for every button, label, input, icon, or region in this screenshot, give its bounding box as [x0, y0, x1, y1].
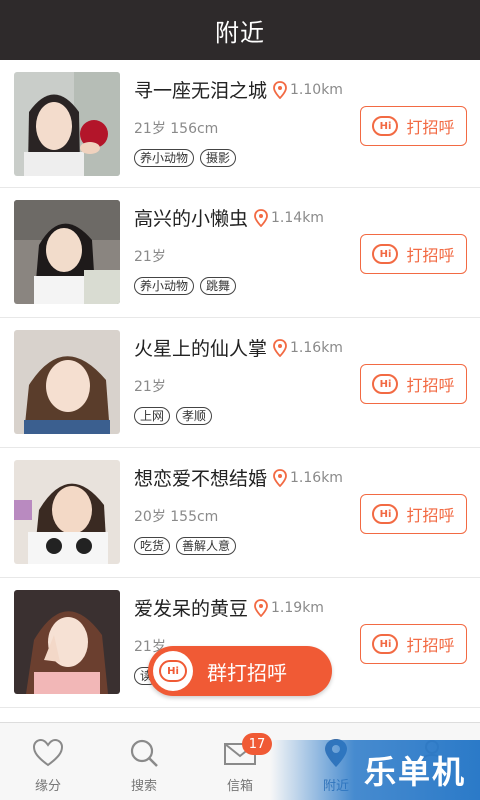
interest-tag: 吃货	[134, 537, 171, 555]
interest-tags: 吃货 善解人意	[134, 537, 237, 555]
hi-bubble-icon: Hi	[372, 374, 399, 394]
hi-bubble-icon: Hi	[372, 244, 399, 264]
greet-button[interactable]: Hi 打招呼	[360, 494, 467, 534]
interest-tag: 摄影	[200, 149, 237, 167]
age-height: 20岁 155cm	[134, 509, 219, 525]
age-height: 21岁	[134, 249, 166, 265]
group-greet-label: 群打招呼	[207, 660, 287, 685]
greet-button[interactable]: Hi 打招呼	[360, 234, 467, 274]
watermark-logo: 乐单机	[270, 740, 480, 800]
location-pin-icon	[254, 598, 268, 617]
hi-bubble-icon: Hi	[372, 634, 399, 654]
location-pin-icon	[254, 208, 268, 227]
distance: 1.19km	[271, 599, 324, 616]
interest-tag: 养小动物	[134, 277, 195, 295]
location-pin-icon	[273, 468, 287, 487]
age-height: 21岁	[134, 379, 166, 395]
age-height: 21岁 156cm	[134, 121, 219, 137]
page-title: 附近	[215, 18, 265, 47]
hi-bubble-icon: Hi	[372, 504, 399, 524]
list-item[interactable]: 火星上的仙人掌 1.16km 21岁 上网 孝顺 Hi 打招呼	[0, 318, 480, 448]
location-pin-icon	[273, 80, 287, 99]
greet-button[interactable]: Hi 打招呼	[360, 106, 467, 146]
interest-tag: 养小动物	[134, 149, 195, 167]
interest-tag: 跳舞	[200, 277, 237, 295]
interest-tags: 养小动物 跳舞	[134, 277, 237, 295]
hi-bubble-icon: Hi	[153, 651, 193, 691]
greet-label: 打招呼	[406, 246, 455, 265]
greet-label: 打招呼	[406, 376, 455, 395]
location-pin-icon	[273, 338, 287, 357]
avatar[interactable]	[14, 72, 120, 176]
list-item[interactable]: 想恋爱不想结婚 1.16km 20岁 155cm 吃货 善解人意 Hi 打招呼	[0, 448, 480, 578]
watermark-text: 乐单机	[363, 753, 466, 791]
greet-label: 打招呼	[406, 118, 455, 137]
greet-label: 打招呼	[406, 506, 455, 525]
interest-tags: 上网 孝顺	[134, 407, 213, 425]
avatar[interactable]	[14, 460, 120, 564]
user-name: 想恋爱不想结婚	[134, 468, 268, 490]
avatar[interactable]	[14, 200, 120, 304]
nearby-user-list[interactable]: 寻一座无泪之城 1.10km 21岁 156cm 养小动物 摄影 Hi 打招呼	[0, 60, 480, 722]
search-icon	[130, 739, 158, 767]
tab-label: 缘分	[34, 779, 61, 794]
interest-tag: 孝顺	[176, 407, 213, 425]
user-name: 火星上的仙人掌	[134, 338, 268, 360]
tab-fate[interactable]: 缘分	[0, 723, 96, 800]
tab-search[interactable]: 搜索	[96, 723, 192, 800]
unread-badge: 17	[242, 733, 272, 755]
distance: 1.16km	[290, 469, 343, 486]
tab-label: 信箱	[226, 779, 253, 794]
heart-icon	[32, 738, 64, 767]
hi-bubble-icon: Hi	[372, 116, 399, 136]
user-name: 寻一座无泪之城	[134, 80, 268, 102]
distance: 1.10km	[290, 81, 343, 98]
tab-label: 搜索	[130, 779, 157, 794]
group-greet-button[interactable]: Hi 群打招呼	[148, 646, 332, 696]
hi-bubble-text: Hi	[159, 660, 187, 682]
interest-tag: 善解人意	[176, 537, 237, 555]
distance: 1.14km	[271, 209, 324, 226]
title-bar: 附近	[0, 0, 480, 60]
user-name: 爱发呆的黄豆	[134, 598, 249, 620]
greet-button[interactable]: Hi 打招呼	[360, 364, 467, 404]
list-item[interactable]: 寻一座无泪之城 1.10km 21岁 156cm 养小动物 摄影 Hi 打招呼	[0, 60, 480, 188]
distance: 1.16km	[290, 339, 343, 356]
interest-tag: 上网	[134, 407, 171, 425]
interest-tags: 养小动物 摄影	[134, 149, 237, 167]
user-name: 高兴的小懒虫	[134, 208, 249, 230]
greet-label: 打招呼	[406, 636, 455, 655]
greet-button[interactable]: Hi 打招呼	[360, 624, 467, 664]
list-item[interactable]: 高兴的小懒虫 1.14km 21岁 养小动物 跳舞 Hi 打招呼	[0, 188, 480, 318]
avatar[interactable]	[14, 330, 120, 434]
avatar[interactable]	[14, 590, 120, 694]
